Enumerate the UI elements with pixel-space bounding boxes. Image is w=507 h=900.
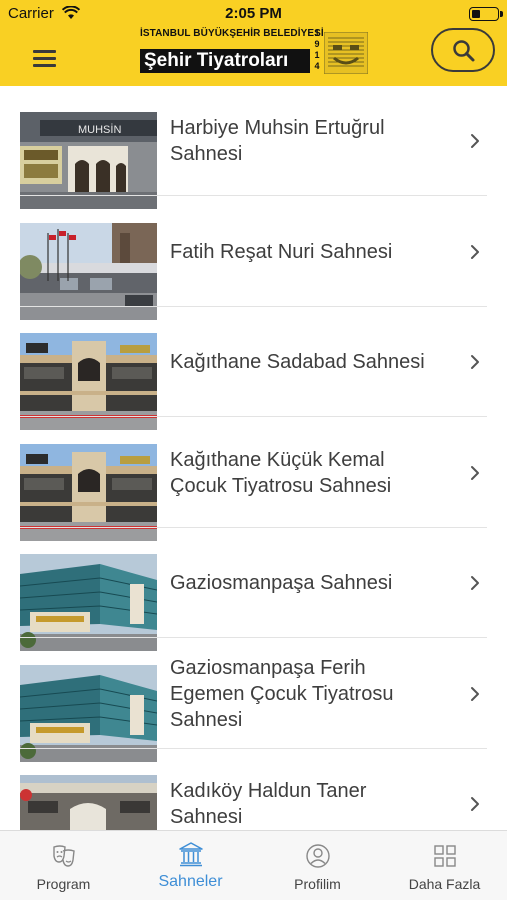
stage-name: Gaziosmanpaşa Sahnesi xyxy=(170,528,457,638)
stage-name-line: Kağıthane Sadabad Sahnesi xyxy=(170,351,425,373)
stage-name-line: Sahnesi xyxy=(170,143,243,165)
search-button[interactable] xyxy=(431,28,495,72)
tab-profilim[interactable]: Profilim xyxy=(254,831,381,900)
stage-name-line: Kadıköy Haldun Taner xyxy=(170,780,367,802)
clock: 2:05 PM xyxy=(225,5,282,22)
tab-label: Profilim xyxy=(294,876,341,892)
stage-name: Gaziosmanpaşa Ferih Egemen Çocuk Tiyatros… xyxy=(170,639,457,749)
tab-label: Daha Fazla xyxy=(408,876,481,892)
stage-name: Kağıthane Sadabad Sahnesi xyxy=(170,307,457,417)
stage-name-line: Gaziosmanpaşa Sahnesi xyxy=(170,572,393,594)
stage-name-line: Sahnesi xyxy=(170,806,243,828)
stage-name: Kadıköy Haldun Taner Sahnesi xyxy=(170,749,457,830)
grid-icon xyxy=(433,845,456,867)
theater-masks-icon xyxy=(52,845,75,867)
stage-row[interactable]: Gaziosmanpaşa Sahnesi xyxy=(0,528,507,651)
stage-name-line: Sahnesi xyxy=(170,708,243,731)
svg-text:MUHSİN: MUHSİN xyxy=(78,123,121,136)
stage-name: Harbiye Muhsin Ertuğrul Sahnesi xyxy=(170,86,457,196)
theater-mask-emblem-icon xyxy=(324,32,368,74)
stage-name-line: Harbiye Muhsin Ertuğrul xyxy=(170,117,385,139)
battery-icon xyxy=(469,7,503,21)
stage-name-line: Gaziosmanpaşa Ferih xyxy=(170,656,366,679)
stage-list[interactable]: MUHSİN Harbiye Muhsin Ertuğrul Sahnesi Fa… xyxy=(0,86,507,830)
chevron-right-icon xyxy=(471,244,479,259)
tab-label: Program xyxy=(36,876,91,892)
stage-name: Kağıthane Küçük Kemal Çocuk Tiyatrosu Sah… xyxy=(170,418,457,528)
tab-bar: Program Sahneler Profilim Daha Fazla xyxy=(0,830,507,900)
chevron-right-icon xyxy=(471,576,479,590)
app-header: İSTANBUL BÜYÜKŞEHİR BELEDİYESİ Şehir Tiy… xyxy=(0,28,507,86)
stage-row[interactable]: Kağıthane Sadabad Sahnesi xyxy=(0,307,507,430)
stage-name-line: Egemen Çocuk Tiyatrosu xyxy=(170,682,394,705)
chevron-right-icon xyxy=(471,797,479,811)
tab-label: Sahneler xyxy=(158,873,223,890)
tab-daha-fazla[interactable]: Daha Fazla xyxy=(381,831,507,900)
tab-sahneler[interactable]: Sahneler xyxy=(127,831,254,900)
stage-photo xyxy=(20,775,157,830)
status-bar: Carrier 2:05 PM xyxy=(0,0,507,28)
menu-button[interactable] xyxy=(20,38,68,78)
stage-name-line: Çocuk Tiyatrosu Sahnesi xyxy=(170,474,392,497)
stage-row[interactable]: Kağıthane Küçük Kemal Çocuk Tiyatrosu Sah… xyxy=(0,418,507,541)
stage-row[interactable]: Gaziosmanpaşa Ferih Egemen Çocuk Tiyatros… xyxy=(0,639,507,762)
stage-row[interactable]: Kadıköy Haldun Taner Sahnesi xyxy=(0,749,507,830)
logo-title: Şehir Tiyatroları xyxy=(140,49,310,73)
chevron-right-icon xyxy=(471,686,479,701)
stage-name-line: Fatih Reşat Nuri Sahnesi xyxy=(170,240,393,263)
chevron-right-icon xyxy=(471,465,479,480)
stage-name-line: Kağıthane Küçük Kemal xyxy=(170,448,385,471)
tab-program[interactable]: Program xyxy=(0,831,127,900)
sehir-tiyatrolari-logo: İSTANBUL BÜYÜKŞEHİR BELEDİYESİ Şehir Tiy… xyxy=(140,28,370,80)
user-icon xyxy=(305,844,330,868)
chevron-right-icon xyxy=(471,134,479,148)
stage-name: Fatih Reşat Nuri Sahnesi xyxy=(170,197,457,307)
chevron-right-icon xyxy=(471,355,479,369)
building-columns-icon xyxy=(178,842,203,867)
logo-municipality-text: İSTANBUL BÜYÜKŞEHİR BELEDİYESİ xyxy=(140,28,324,39)
stage-row[interactable]: MUHSİN Harbiye Muhsin Ertuğrul Sahnesi xyxy=(0,86,507,209)
search-icon xyxy=(453,40,475,62)
stage-row[interactable]: Fatih Reşat Nuri Sahnesi xyxy=(0,197,507,320)
logo-year: 1 9 1 4 xyxy=(314,28,320,71)
